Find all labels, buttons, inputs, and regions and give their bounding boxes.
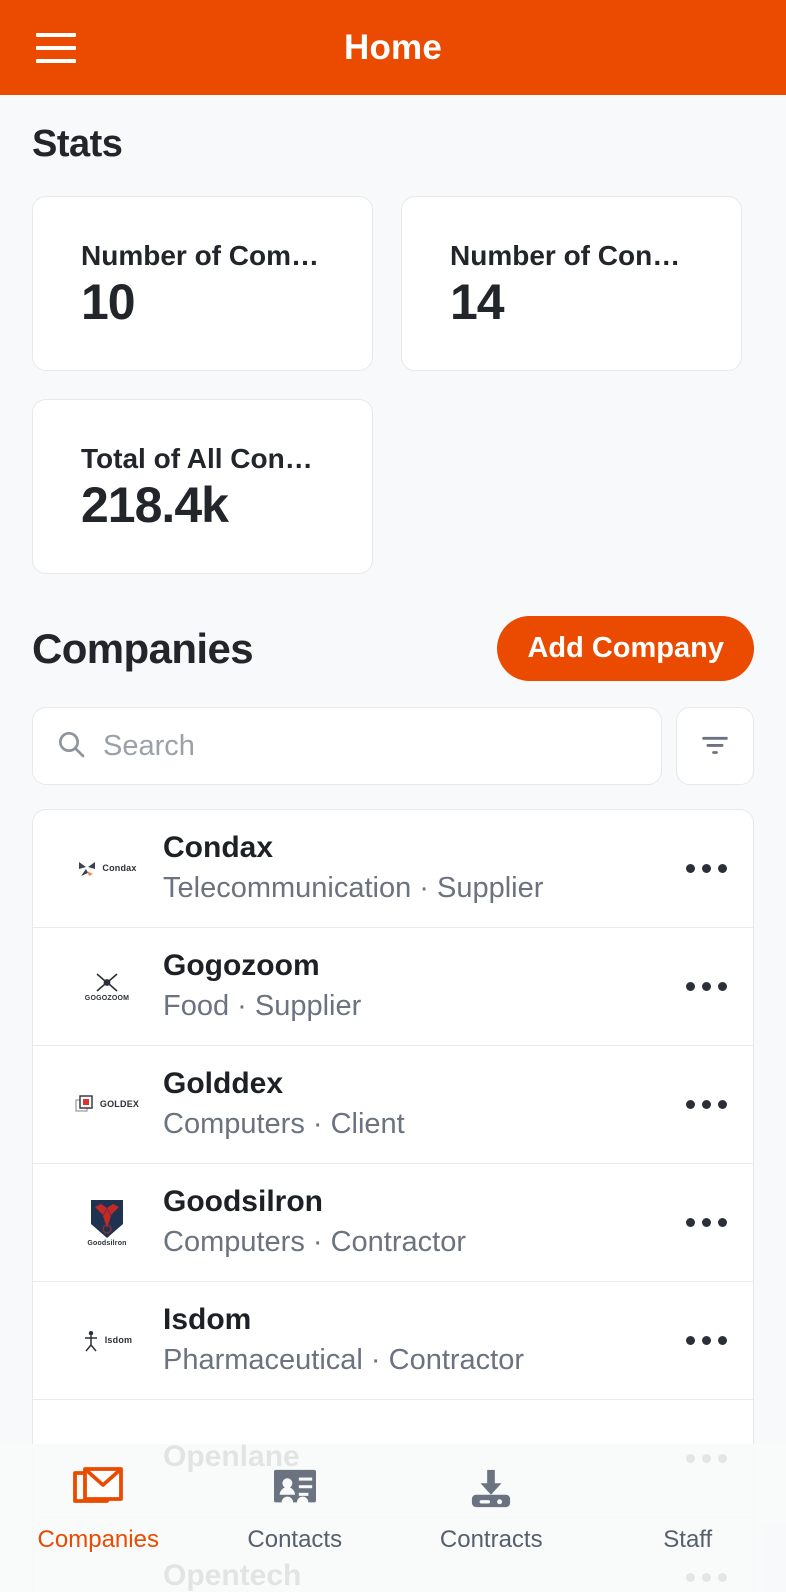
hamburger-line <box>36 32 76 37</box>
company-meta: Computers · Client <box>163 1107 405 1140</box>
add-company-button[interactable]: Add Company <box>497 616 754 681</box>
contact-card-icon <box>272 1466 318 1512</box>
stat-card-total[interactable]: Total of All Con… 218.4k <box>32 399 373 574</box>
golddex-logo-icon <box>75 1094 93 1112</box>
overflow-menu-icon[interactable] <box>674 1100 727 1109</box>
filter-button[interactable] <box>676 707 754 785</box>
goodsilron-logo-icon <box>91 1200 123 1238</box>
stat-card-contacts[interactable]: Number of Con… 14 <box>401 196 742 371</box>
company-info: Golddex Computers · Client <box>163 1065 674 1143</box>
companies-heading: Companies <box>32 624 254 672</box>
logo-text: Goodsilron <box>87 1240 127 1247</box>
tab-label: Staff <box>663 1526 713 1553</box>
company-name: Isdom <box>163 1303 252 1337</box>
company-meta: Telecommunication · Supplier <box>163 871 544 904</box>
company-name: Golddex <box>163 1067 284 1101</box>
logo-text: Condax <box>102 863 137 873</box>
companies-header: Companies Add Company <box>0 616 786 681</box>
tab-label: Contacts <box>247 1526 343 1553</box>
company-logo: Goodsilron <box>51 1198 163 1247</box>
table-row[interactable]: GOGOZOOM Gogozoom Food · Supplier <box>33 928 753 1046</box>
company-meta: Computers · Contractor <box>163 1225 466 1258</box>
hamburger-line <box>36 45 76 50</box>
hamburger-menu-icon[interactable] <box>36 32 76 63</box>
app-screen: Home Stats Number of Com… 10 Number of C… <box>0 0 786 1592</box>
tab-staff[interactable]: Staff <box>590 1466 786 1554</box>
page-title: Home <box>343 27 443 67</box>
table-row[interactable]: Goodsilron Goodsilron Computers · Contra… <box>33 1164 753 1282</box>
tab-contracts[interactable]: Contracts <box>393 1466 590 1554</box>
app-bar: Home <box>0 0 786 95</box>
stat-label: Total of All Con… <box>81 442 313 474</box>
search-box[interactable] <box>32 707 662 785</box>
stat-label: Number of Com… <box>81 239 319 271</box>
company-logo: GOGOZOOM <box>51 971 163 1002</box>
scroll-content[interactable]: Stats Number of Com… 10 Number of Con… 1… <box>0 95 786 1592</box>
company-info: Gogozoom Food · Supplier <box>163 947 674 1025</box>
company-logo: Condax <box>51 860 163 878</box>
overflow-menu-icon[interactable] <box>674 864 727 873</box>
search-row <box>0 707 786 785</box>
company-name: Goodsilron <box>163 1185 323 1219</box>
stat-value: 10 <box>81 273 136 330</box>
condax-logo-icon <box>79 861 96 876</box>
table-row[interactable]: Isdom Isdom Pharmaceutical · Contractor <box>33 1282 753 1400</box>
stat-label: Number of Con… <box>450 239 681 271</box>
search-input[interactable] <box>103 729 639 763</box>
envelope-icon <box>72 1466 124 1512</box>
company-name: Condax <box>163 831 274 865</box>
company-logo: GOLDEX <box>51 1094 163 1115</box>
overflow-menu-icon[interactable] <box>674 982 727 991</box>
stat-value: 14 <box>450 273 505 330</box>
hamburger-line <box>36 58 76 63</box>
table-row[interactable]: Condax Condax Telecommunication · Suppli… <box>33 810 753 928</box>
company-meta: Pharmaceutical · Contractor <box>163 1343 525 1376</box>
company-info: Goodsilron Computers · Contractor <box>163 1183 674 1261</box>
overflow-menu-icon[interactable] <box>674 1336 727 1345</box>
company-meta: Food · Supplier <box>163 989 362 1022</box>
company-info: Isdom Pharmaceutical · Contractor <box>163 1301 674 1379</box>
tab-contacts[interactable]: Contacts <box>197 1466 394 1554</box>
company-logo: Isdom <box>51 1330 163 1352</box>
tab-companies[interactable]: Companies <box>0 1466 197 1554</box>
stats-grid: Number of Com… 10 Number of Con… 14 Tota… <box>0 166 786 574</box>
logo-text: Isdom <box>104 1335 133 1345</box>
tab-label: Companies <box>37 1526 159 1553</box>
logo-text: GOLDEX <box>99 1099 140 1109</box>
bottom-tab-bar: Companies Contacts Contracts Staff <box>0 1444 786 1592</box>
company-name: Gogozoom <box>163 949 320 983</box>
stats-heading: Stats <box>32 123 123 165</box>
filter-icon <box>698 727 732 766</box>
company-info: Condax Telecommunication · Supplier <box>163 829 674 907</box>
table-row[interactable]: GOLDEX Golddex Computers · Client <box>33 1046 753 1164</box>
logo-text: GOGOZOOM <box>84 995 130 1002</box>
tab-label: Contracts <box>439 1526 543 1553</box>
gogozoom-logo-icon <box>96 973 118 992</box>
download-contract-icon <box>468 1466 514 1512</box>
overflow-menu-icon[interactable] <box>674 1218 727 1227</box>
isdom-logo-icon <box>84 1330 97 1351</box>
search-icon <box>55 728 87 765</box>
stat-card-companies[interactable]: Number of Com… 10 <box>32 196 373 371</box>
stat-value: 218.4k <box>81 476 229 533</box>
